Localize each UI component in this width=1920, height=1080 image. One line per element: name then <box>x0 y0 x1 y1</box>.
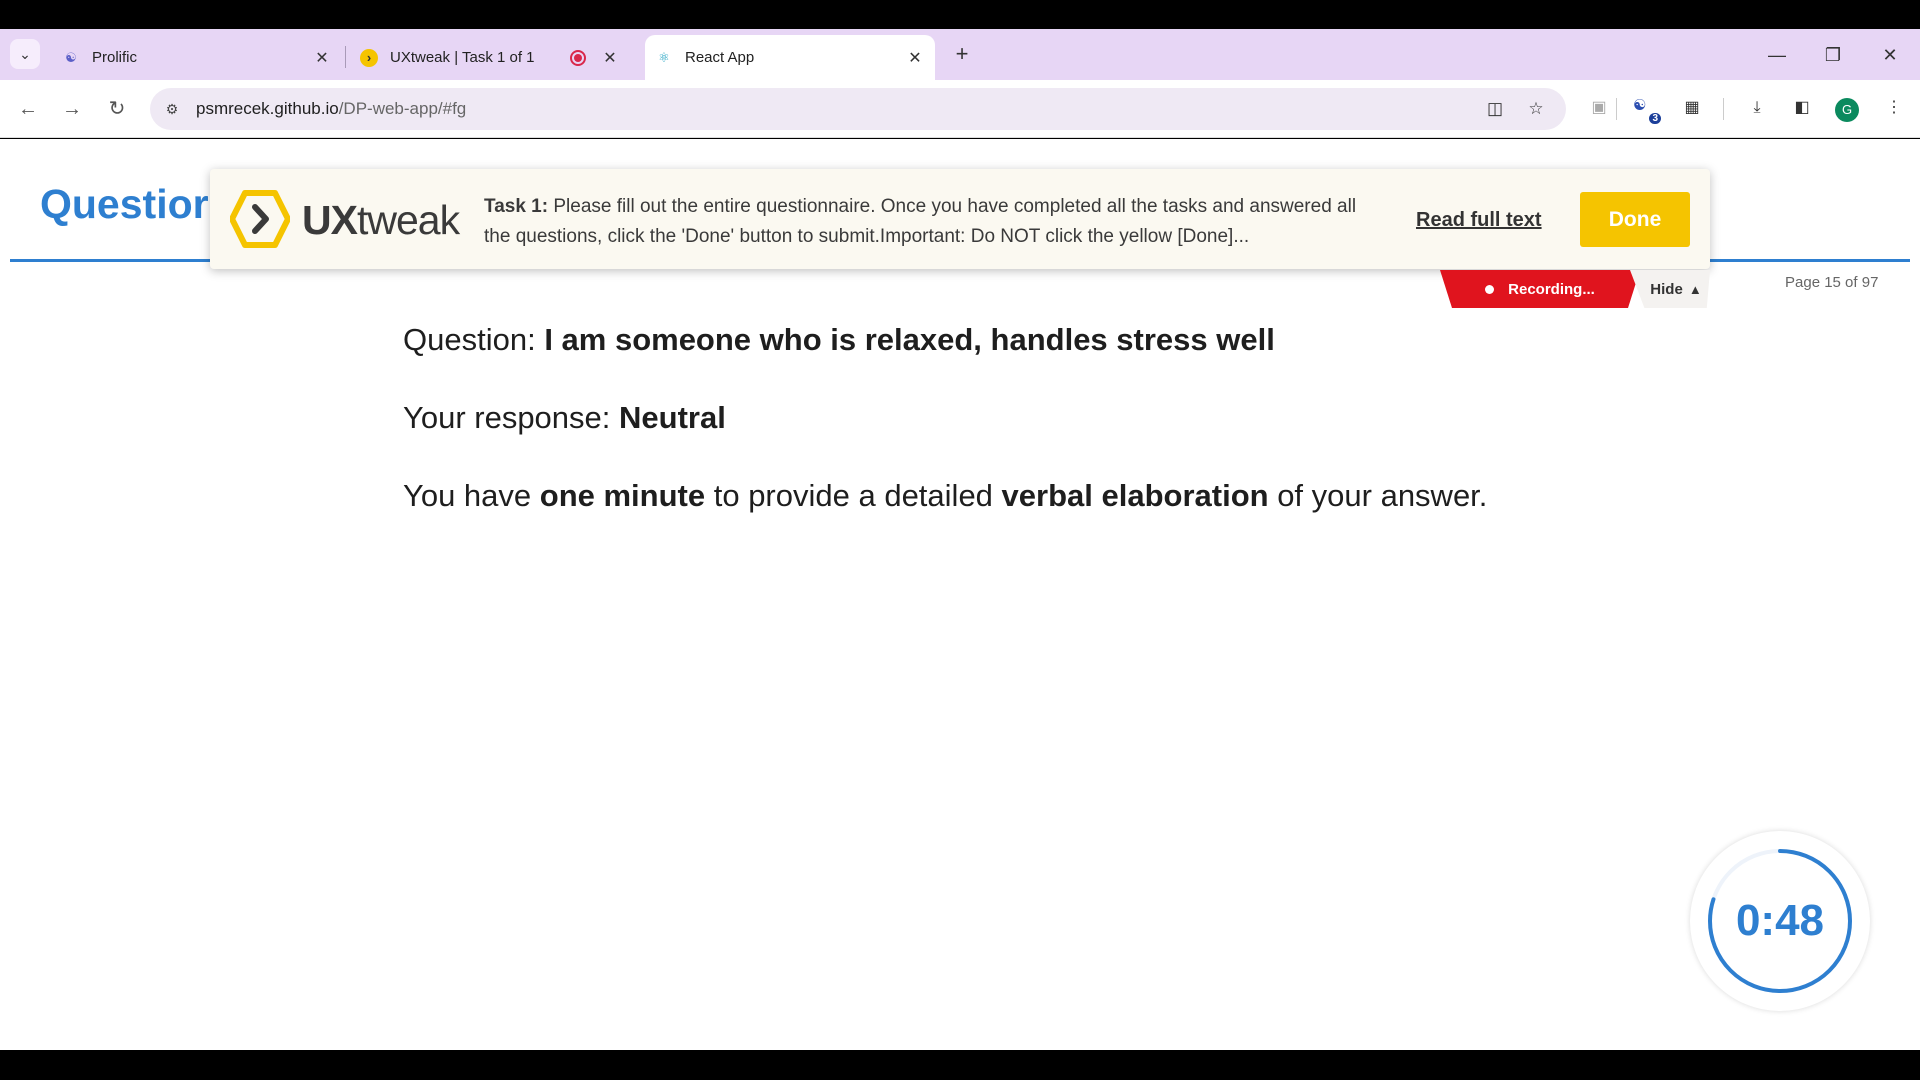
tab-uxtweak[interactable]: › UXtweak | Task 1 of 1 ✕ <box>350 35 630 80</box>
react-icon: ⚛ <box>658 49 670 65</box>
close-icon[interactable]: ✕ <box>905 48 925 68</box>
instruction-text: to provide a detailed <box>705 478 1002 513</box>
timer-value: 0:48 <box>1735 896 1825 945</box>
uxtweak-logo-text: UXtweak <box>302 197 460 243</box>
instruction-line: You have one minute to provide a detaile… <box>403 478 1487 514</box>
page-indicator: Page 15 of 97 <box>1785 274 1879 291</box>
install-app-icon[interactable]: ◫ <box>1483 98 1507 120</box>
response-line: Your response: Neutral <box>403 400 726 436</box>
prolific-icon: ☯ <box>65 49 77 65</box>
tab-separator <box>345 46 346 68</box>
url-text[interactable]: psmrecek.github.io/DP-web-app/#fg <box>196 99 466 119</box>
back-button[interactable]: ← <box>14 95 42 123</box>
question-text: I am someone who is relaxed, handles str… <box>544 322 1275 357</box>
minimize-button[interactable]: — <box>1763 42 1791 68</box>
instruction-emphasis: verbal elaboration <box>1001 478 1269 513</box>
recording-dot-icon <box>1485 284 1495 294</box>
side-panel-icon[interactable]: ◧ <box>1790 97 1814 119</box>
new-tab-button[interactable]: + <box>950 43 974 67</box>
reload-button[interactable]: ↻ <box>103 95 131 123</box>
task-text: Please fill out the entire questionnaire… <box>484 196 1357 247</box>
toolbar-separator <box>1723 98 1724 120</box>
tab-search-button[interactable]: ⌄ <box>10 39 40 69</box>
uxtweak-logo-icon <box>230 190 290 248</box>
address-bar[interactable]: ⚙ psmrecek.github.io/DP-web-app/#fg ◫ ☆ <box>150 88 1566 130</box>
profile-avatar[interactable]: G <box>1835 98 1859 122</box>
tab-label: Prolific <box>92 49 138 66</box>
toolbar-separator <box>1616 98 1617 120</box>
tab-react-app[interactable]: ⚛ React App ✕ <box>645 35 935 80</box>
close-window-button[interactable]: ✕ <box>1876 42 1904 68</box>
instruction-emphasis: one minute <box>539 478 706 513</box>
tab-strip: ⌄ ☯ Prolific ✕ › UXtweak | Task 1 of 1 ✕… <box>0 29 1920 80</box>
tab-label: UXtweak | Task 1 of 1 <box>390 49 535 66</box>
task-label: Task 1: <box>484 196 549 217</box>
question-prefix: Question: <box>403 322 545 357</box>
response-value: Neutral <box>619 400 726 435</box>
hide-button[interactable]: Hide ▲ <box>1630 270 1710 308</box>
task-description: Task 1: Please fill out the entire quest… <box>484 192 1384 252</box>
tab-prolific[interactable]: ☯ Prolific ✕ <box>52 35 342 80</box>
page-title: Questior <box>40 181 209 227</box>
close-icon[interactable]: ✕ <box>600 48 620 68</box>
instruction-text: You have <box>403 478 540 513</box>
site-info-icon[interactable]: ⚙ <box>162 99 182 119</box>
uxtweak-task-bar: UXtweak Task 1: Please fill out the enti… <box>210 169 1710 269</box>
screen: ⌄ ☯ Prolific ✕ › UXtweak | Task 1 of 1 ✕… <box>0 0 1920 1080</box>
chevron-up-icon: ▲ <box>1688 281 1702 297</box>
close-icon[interactable]: ✕ <box>312 48 332 68</box>
countdown-timer: 0:48 <box>1690 831 1870 1011</box>
extension-badge-icon[interactable]: ☯ 3 <box>1633 96 1661 124</box>
instruction-text: of your answer. <box>1268 478 1488 513</box>
read-full-text-link[interactable]: Read full text <box>1416 209 1542 232</box>
forward-button[interactable]: → <box>58 95 86 123</box>
extensions-puzzle-icon[interactable]: ▦ <box>1680 97 1704 119</box>
uxtweak-icon: › <box>360 48 378 67</box>
menu-dots-icon[interactable]: ⋮ <box>1882 97 1906 119</box>
question-line: Question: I am someone who is relaxed, h… <box>403 322 1275 358</box>
download-icon[interactable]: ⤓ <box>1745 97 1769 119</box>
recording-indicator: Recording... <box>1440 270 1640 308</box>
bookmark-star-icon[interactable]: ☆ <box>1524 98 1548 120</box>
browser-toolbar: ← → ↻ ⚙ psmrecek.github.io/DP-web-app/#f… <box>0 80 1920 138</box>
tab-label: React App <box>685 49 755 66</box>
extension-r-icon[interactable]: ▣ <box>1587 97 1611 119</box>
chevron-down-icon: ⌄ <box>19 45 31 62</box>
restore-button[interactable]: ❐ <box>1819 42 1847 68</box>
response-prefix: Your response: <box>403 400 620 435</box>
recording-icon <box>570 49 586 66</box>
done-button[interactable]: Done <box>1580 192 1690 247</box>
page-content: Questior Page 15 of 97 Question: I am so… <box>0 139 1920 1050</box>
